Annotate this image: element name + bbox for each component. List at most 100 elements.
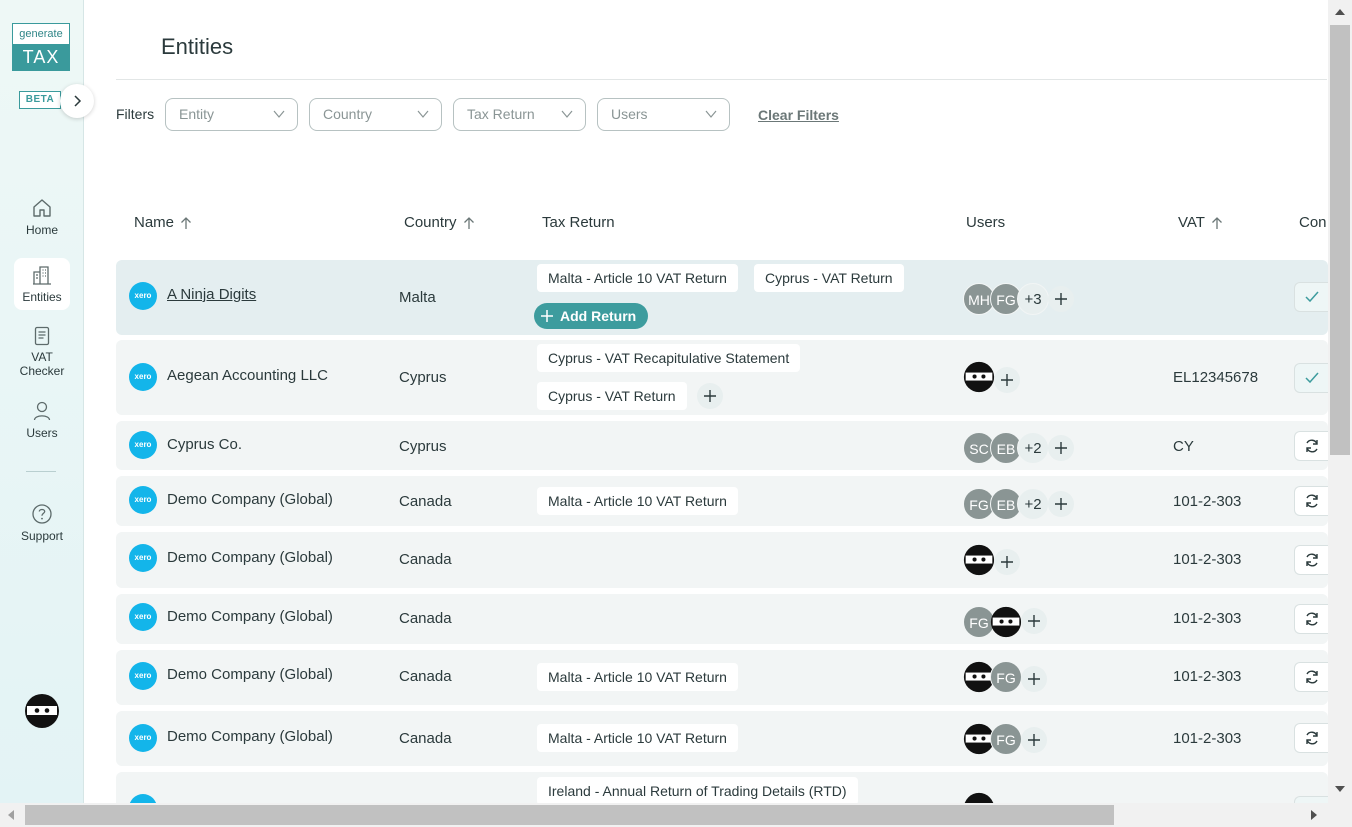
add-user-button[interactable] (1021, 666, 1047, 692)
header-divider (116, 79, 1327, 80)
sync-button[interactable] (1294, 723, 1328, 753)
add-return-button[interactable] (697, 383, 723, 409)
plus-icon (541, 310, 553, 322)
tax-return-chip[interactable]: Malta - Article 10 VAT Return (537, 487, 738, 515)
xero-logo-icon: xero (129, 603, 157, 631)
scroll-right-arrow-icon[interactable] (1310, 809, 1318, 821)
ninja-avatar-icon[interactable] (963, 361, 995, 393)
tax-return-filter-select[interactable]: Tax Return (453, 98, 586, 131)
beta-badge: BETA (19, 91, 61, 109)
current-user-avatar[interactable] (24, 693, 60, 734)
table-row[interactable]: xero Demo Company (Global) Canada Malta … (116, 476, 1328, 526)
sync-icon (1305, 731, 1318, 745)
scroll-up-arrow-icon[interactable] (1334, 8, 1346, 16)
app-logo[interactable]: generate TAX (12, 23, 70, 71)
sort-arrow-up-icon (181, 216, 191, 229)
connection-status-button[interactable] (1294, 796, 1328, 803)
ninja-avatar-icon[interactable] (963, 792, 995, 803)
add-user-button[interactable] (1048, 286, 1074, 312)
column-header-country[interactable]: Country (404, 214, 475, 231)
plus-icon (1001, 374, 1013, 386)
table-row[interactable]: xero A Ninja Digits Malta Malta - Articl… (116, 260, 1328, 335)
add-user-button[interactable] (1048, 491, 1074, 517)
table-row[interactable]: xero Demo Company (Global) Canada Malta … (116, 650, 1328, 705)
tax-return-chip[interactable]: Cyprus - VAT Return (537, 382, 687, 410)
connection-status-button[interactable] (1294, 363, 1328, 393)
plus-icon (1055, 498, 1067, 510)
vat-number: 101-2-303 (1173, 730, 1242, 747)
entity-name-link[interactable]: Demo Company (Global) (167, 491, 333, 508)
sidebar-item-users[interactable]: Users (14, 400, 70, 440)
table-row[interactable]: xero Demo Company (Global) Canada FG 101… (116, 594, 1328, 644)
entity-name-link[interactable]: A Ninja Digits (167, 286, 256, 303)
vat-number: EL12345678 (1173, 369, 1259, 386)
plus-icon (1055, 442, 1067, 454)
add-return-button[interactable]: Add Return (534, 303, 649, 329)
sidebar-item-home[interactable]: Home (14, 197, 70, 237)
column-header-connection: Con (1299, 214, 1328, 231)
clear-filters-link[interactable]: Clear Filters (758, 107, 839, 123)
column-header-label: Con (1299, 214, 1327, 231)
user-avatar[interactable]: FG (990, 723, 1022, 755)
sync-button[interactable] (1294, 545, 1328, 575)
sync-button[interactable] (1294, 662, 1328, 692)
users-filter-select[interactable]: Users (597, 98, 730, 131)
tax-return-chip[interactable]: Malta - Article 10 VAT Return (537, 663, 738, 691)
ninja-avatar-icon[interactable] (963, 544, 995, 576)
sidebar-collapse-button[interactable] (60, 84, 94, 118)
add-user-button[interactable] (1021, 727, 1047, 753)
table-row[interactable]: xero Aegean Accounting LLC Cyprus Cyprus… (116, 340, 1328, 415)
entity-name-link[interactable]: Demo Company (Global) (167, 728, 333, 745)
entity-name-link[interactable]: Aegean Accounting LLC (167, 367, 328, 384)
more-users-badge[interactable]: +2 (1017, 432, 1049, 464)
entity-name-link[interactable]: Demo Company (Global) (167, 608, 333, 625)
user-avatar[interactable]: FG (990, 661, 1022, 693)
add-return-label: Add Return (560, 308, 637, 324)
entity-country: Canada (399, 551, 452, 568)
entity-filter-select[interactable]: Entity (165, 98, 298, 131)
sort-arrow-up-icon (1211, 216, 1222, 229)
buildings-icon (33, 266, 51, 285)
sidebar-item-entities[interactable]: Entities (14, 258, 70, 310)
add-user-button[interactable] (1021, 608, 1047, 634)
column-header-label: Name (134, 214, 175, 231)
sync-icon (1305, 553, 1318, 567)
scroll-left-arrow-icon[interactable] (7, 809, 15, 821)
entity-name-link[interactable]: Demo Company (Global) (167, 549, 333, 566)
add-user-button[interactable] (994, 549, 1020, 575)
country-filter-select[interactable]: Country (309, 98, 442, 131)
entity-name-link[interactable]: Demo Company (Global) (167, 666, 333, 683)
tax-return-chip[interactable]: Malta - Article 10 VAT Return (537, 264, 738, 292)
sidebar-item-vat-checker[interactable]: VAT Checker (14, 326, 70, 378)
table-row[interactable]: xero Ireland - Annual Return of Trading … (116, 772, 1328, 803)
plus-icon (1001, 556, 1013, 568)
table-row[interactable]: xero Demo Company (Global) Canada Malta … (116, 711, 1328, 766)
tax-return-chip[interactable]: Cyprus - VAT Return (754, 264, 904, 292)
scroll-down-arrow-icon[interactable] (1334, 785, 1346, 793)
sync-button[interactable] (1294, 431, 1328, 461)
vertical-scrollbar-thumb[interactable] (1330, 25, 1350, 455)
horizontal-scrollbar[interactable] (0, 803, 1352, 827)
sync-button[interactable] (1294, 486, 1328, 516)
horizontal-scrollbar-thumb[interactable] (25, 805, 1114, 825)
entity-name-link[interactable]: Cyprus Co. (167, 436, 242, 453)
more-users-badge[interactable]: +3 (1017, 283, 1049, 315)
sync-button[interactable] (1294, 604, 1328, 634)
tax-return-chip[interactable]: Malta - Article 10 VAT Return (537, 724, 738, 752)
help-icon (32, 504, 52, 524)
column-header-name[interactable]: Name (134, 214, 192, 231)
table-row[interactable]: xero Demo Company (Global) Canada 101-2-… (116, 532, 1328, 588)
tax-return-chip[interactable]: Ireland - Annual Return of Trading Detai… (537, 777, 858, 803)
table-row[interactable]: xero Cyprus Co. Cyprus SC EB +2 CY (116, 421, 1328, 470)
add-user-button[interactable] (994, 367, 1020, 393)
vertical-scrollbar[interactable] (1328, 0, 1352, 803)
connection-status-button[interactable] (1294, 282, 1328, 312)
ninja-avatar-icon[interactable] (990, 606, 1022, 638)
add-user-button[interactable] (1048, 435, 1074, 461)
sidebar-item-support[interactable]: Support (14, 503, 70, 543)
column-header-label: Country (404, 214, 457, 231)
entity-country: Canada (399, 493, 452, 510)
more-users-badge[interactable]: +2 (1017, 488, 1049, 520)
tax-return-chip[interactable]: Cyprus - VAT Recapitulative Statement (537, 344, 801, 372)
column-header-vat[interactable]: VAT (1178, 214, 1223, 231)
